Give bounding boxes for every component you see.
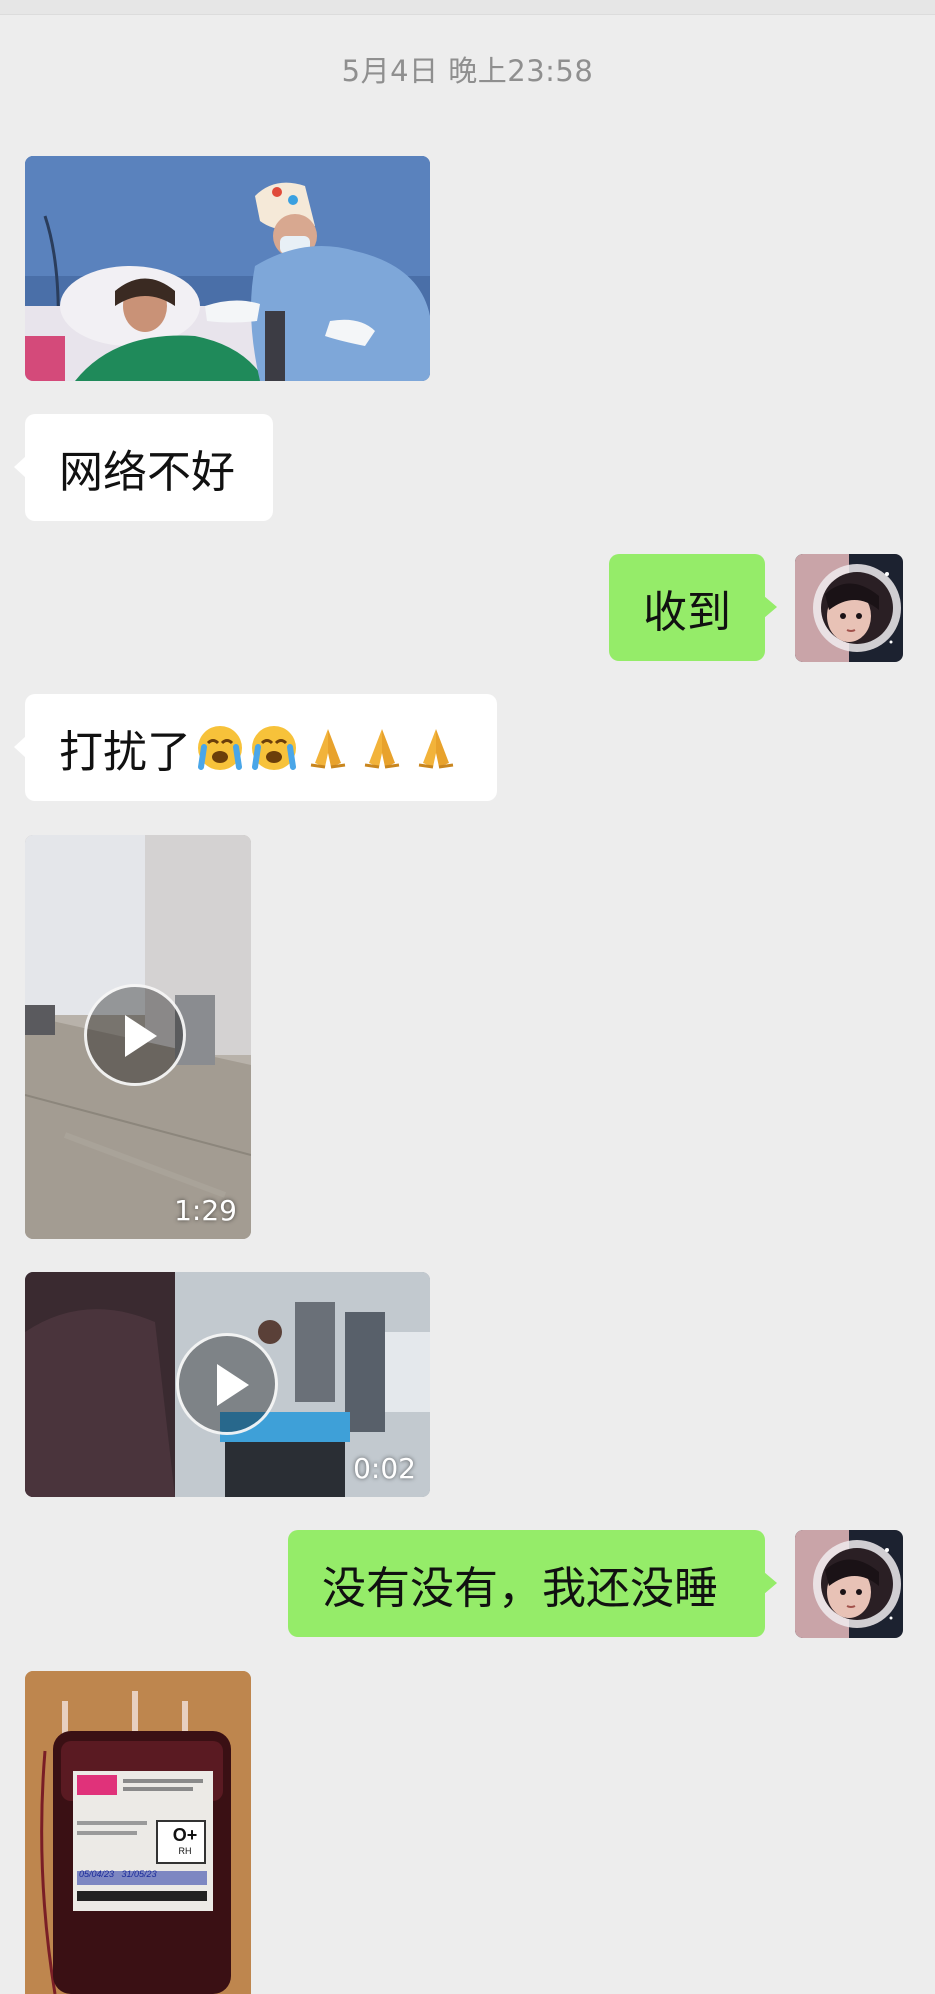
blood-type-label: O+ RH [162,1825,208,1857]
message-timestamp: 5月4日 晚上23:58 [341,54,594,88]
sent-message-bubble[interactable]: 收到 [609,554,777,661]
message-text: 网络不好 [59,446,235,498]
user-avatar[interactable] [795,1530,903,1638]
message-text: 打扰了 [59,726,191,778]
loudly-crying-face-icon [249,723,299,773]
folded-hands-icon [411,723,461,773]
play-button-icon[interactable] [176,1333,278,1435]
astronaut-avatar-image [795,554,903,662]
image-message-blood-bag[interactable]: O+ RH 05/04/23 31/05/23 [25,1671,251,1994]
blood-bag-photo [25,1671,251,1994]
play-button-icon[interactable] [84,984,186,1086]
blood-type-rh: RH [178,1846,192,1856]
message-text: 没有没有，我还没睡 [322,1562,718,1614]
blood-type-code: O+ [172,1825,198,1845]
top-divider [0,0,935,15]
folded-hands-icon [357,723,407,773]
folded-hands-icon [303,723,353,773]
received-message-bubble[interactable]: 网络不好 [14,414,273,521]
hospital-photo [25,156,430,381]
loudly-crying-face-icon [195,723,245,773]
received-message-bubble[interactable]: 打扰了 [14,694,497,801]
sent-message-bubble[interactable]: 没有没有，我还没睡 [288,1530,777,1637]
message-text: 收到 [643,586,731,638]
blood-bag-dates: 05/04/23 31/05/23 [79,1869,157,1879]
user-avatar[interactable] [795,554,903,662]
image-message-hospital[interactable] [25,156,430,381]
video-duration: 1:29 [174,1194,237,1227]
astronaut-avatar-image [795,1530,903,1638]
video-duration: 0:02 [353,1452,416,1485]
video-message[interactable]: 0:02 [25,1272,430,1497]
video-message[interactable]: 1:29 [25,835,251,1239]
